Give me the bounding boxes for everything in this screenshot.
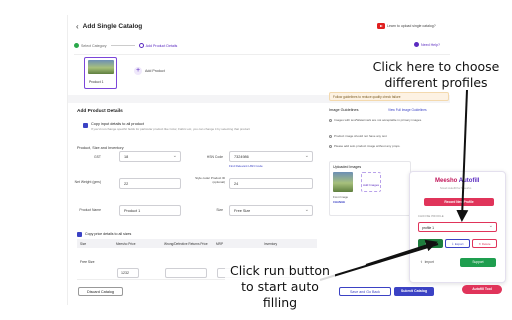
import-label: Import [424,260,434,264]
product-name-label: Product Name [79,208,101,212]
guideline-notice: Follow guidelines to reduce quality chec… [329,92,449,101]
copy-price-label: Copy price details to all sizes [85,232,132,236]
delete-label: Delete [481,242,491,246]
progress-steps: Select Category Add Product Details Need… [74,37,450,55]
import-button[interactable]: ⇧ Import [420,260,434,264]
style-code-label: Style code/ Product ID (optional) [195,176,225,184]
gst-select[interactable]: 18 [119,151,181,162]
copy-details-label: Copy input details to all product [91,122,144,126]
extension-actions: ▶ Run ⇩ Export ✕ Delete [418,239,497,248]
check-icon [74,43,79,48]
back-arrow-icon[interactable]: ‹ [76,22,79,31]
col-price: Meesho Price [116,241,136,246]
youtube-help-text: Learn to upload single catalog? [387,24,436,28]
product-image [88,60,114,74]
guide-title: Image Guidelines [329,108,359,112]
copy-price-row[interactable]: Copy price details to all sizes [77,231,131,237]
guideline-text: Product image should not have any text [334,134,387,138]
section-title: Add Product Details [77,109,123,114]
youtube-help-link[interactable]: Learn to upload single catalog? [377,23,436,29]
checkbox-checked[interactable] [83,123,88,128]
copy-details-row[interactable]: Copy input details to all product If you… [83,122,250,131]
col-inventory: Inventory [264,241,278,246]
uploaded-images-box: Uploaded Images Add Images Front Image C… [329,161,411,216]
add-images-button[interactable]: Add Images [361,172,381,192]
bullet-icon [329,144,332,148]
weight-input[interactable]: 22 [119,178,181,189]
product-thumbnail[interactable]: Product 1 [84,57,117,89]
price-input[interactable]: 1232 [117,268,139,278]
col-mrp: MRP [216,241,224,246]
export-label: Export [454,242,464,246]
submit-catalog-button[interactable]: Submit Catalog [394,287,434,296]
export-button[interactable]: ⇩ Export [445,239,470,248]
record-profile-button[interactable]: Record New Profile [424,198,494,206]
extension-brand: Meesho Autofill [435,178,479,184]
page-title: Add Single Catalog [82,22,143,30]
returns-price-input[interactable] [165,268,207,278]
current-step-icon [138,43,144,48]
change-image-link[interactable]: CHANGE [333,200,345,204]
annotation-profiles: Click here to choose different profiles [372,59,500,90]
row-size: Free Size [80,260,95,264]
col-size: Size [80,241,87,246]
subsection-title: Product, Size and Inventory [77,146,124,150]
help-label: Need Help? [421,42,440,47]
col-returns-price: Wrong/Defective Returns Price [164,241,208,246]
hsn-select[interactable]: 7324986 [229,151,313,162]
product-thumb-label: Product 1 [89,80,104,84]
weight-label: Net Weight (gms) [74,180,101,184]
step-divider [110,45,135,46]
save-go-back-button[interactable]: Save and Go Back [339,287,391,296]
hsn-label: HSN Code [206,155,223,159]
guideline-text: Please add solo product image without an… [334,144,401,148]
run-button[interactable]: ▶ Run [418,239,443,248]
guideline-text: Images with text/Watermark are not accep… [334,118,422,122]
size-select[interactable]: Free Size [229,205,313,216]
hsn-link[interactable]: Find Relevant HSN Code [229,164,263,168]
add-product-label: Add Product [145,69,165,73]
copy-details-hint: If you'd not change specific fields for … [91,127,250,131]
import-icon: ⇧ [420,260,423,264]
support-button[interactable]: Support [460,258,496,267]
guideline-item: Please add solo product image without an… [329,144,447,148]
youtube-icon [377,23,385,29]
step-select-category[interactable]: Select Category [74,43,107,48]
autofill-extension-popup: Meesho Autofill Smart Autofill for Meesh… [409,171,506,283]
full-guidelines-link[interactable]: View Full Image Guidelines [388,108,427,112]
price-table-header: Size Meesho Price Wrong/Defective Return… [77,239,317,248]
plus-icon: + [134,67,142,75]
help-icon [414,42,419,47]
size-label: Size [216,208,223,212]
autofill-tool-button[interactable]: Autofill Tool [462,285,502,294]
style-code-input[interactable]: 24 [229,178,313,189]
discard-catalog-button[interactable]: Discard Catalog [78,287,123,296]
guideline-item: Product image should not have any text [329,134,447,138]
profile-label: CHOOSE PROFILE [418,215,444,218]
uploaded-image-thumb[interactable] [333,172,353,192]
profile-select[interactable]: profile 1 [418,222,497,232]
need-help-link[interactable]: Need Help? [414,42,440,47]
step-add-product-details[interactable]: Add Product Details [138,43,178,48]
product-name-input[interactable]: Product 1 [119,205,181,216]
brand-autofill: Autofill [457,178,480,184]
extension-subtitle: Smart Autofill for Meesho [440,186,472,190]
delete-button[interactable]: ✕ Delete [472,239,497,248]
bullet-icon [329,134,332,138]
brand-meesho: Meesho [435,178,458,184]
step-label: Select Category [81,43,107,48]
step-label: Add Product Details [145,43,178,48]
front-image-label: Front Image [333,195,349,199]
checkbox-checked[interactable] [77,232,82,237]
gst-label: GST [94,155,101,159]
run-label: Run [429,241,436,245]
guideline-item: Images with text/Watermark are not accep… [329,118,447,122]
uploaded-images-title: Uploaded Images [333,165,362,169]
bullet-icon [329,118,332,122]
add-product-button[interactable]: + Add Product [134,67,165,75]
annotation-run: Click run button to start auto filling [225,263,335,311]
